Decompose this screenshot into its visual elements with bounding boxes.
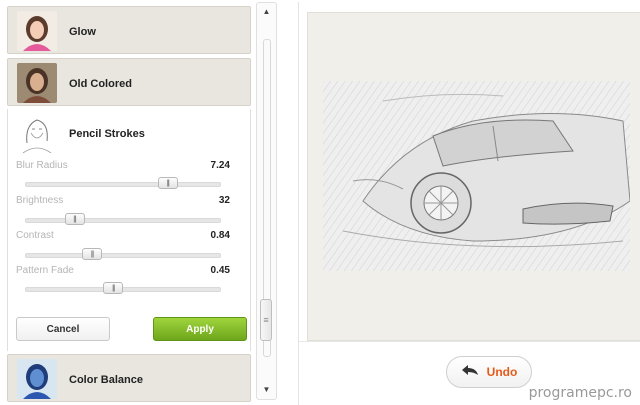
glow-thumbnail: [17, 11, 57, 51]
brightness-slider-handle[interactable]: |||: [64, 213, 85, 225]
pattern-fade-label: Pattern Fade: [16, 265, 74, 276]
color-balance-thumbnail: [17, 359, 57, 399]
brightness-label: Brightness: [16, 195, 64, 206]
effect-label-color-balance: Color Balance: [69, 374, 143, 386]
brightness-slider[interactable]: |||: [25, 213, 221, 225]
undo-label: Undo: [486, 365, 518, 379]
blur-radius-label: Blur Radius: [16, 160, 68, 171]
old-colored-thumbnail: [17, 63, 57, 103]
cancel-button[interactable]: Cancel: [16, 317, 110, 341]
scroll-down-arrow-icon[interactable]: ▼: [257, 385, 276, 399]
blur-radius-slider-handle[interactable]: |||: [157, 177, 178, 189]
effects-list: Glow Old Colored Pencil Strokes Blur Rad…: [7, 0, 253, 405]
apply-button[interactable]: Apply: [153, 317, 247, 341]
brightness-value: 32: [218, 195, 230, 206]
effect-label-glow: Glow: [69, 26, 96, 38]
scroll-up-arrow-icon[interactable]: ▲: [257, 7, 276, 21]
pattern-fade-value: 0.45: [210, 265, 230, 276]
preview-panel: Undo: [298, 2, 640, 405]
effect-item-glow[interactable]: Glow: [7, 6, 251, 54]
effect-item-pencil-strokes: Pencil Strokes Blur Radius 7.24 ||| Brig…: [7, 109, 251, 351]
pencil-strokes-thumbnail: [17, 113, 57, 153]
divider: [299, 341, 640, 342]
undo-arrow-icon: [461, 363, 479, 381]
effect-label-pencil-strokes: Pencil Strokes: [69, 128, 145, 140]
scroll-thumb[interactable]: ≡: [260, 299, 272, 341]
contrast-slider-handle[interactable]: |||: [81, 248, 102, 260]
effects-scrollbar[interactable]: ▲ ≡ ▼: [256, 2, 277, 400]
contrast-slider[interactable]: |||: [25, 248, 221, 260]
pattern-fade-slider-handle[interactable]: |||: [103, 282, 124, 294]
undo-button[interactable]: Undo: [446, 356, 532, 388]
contrast-value: 0.84: [210, 230, 230, 241]
watermark: programepc.ro: [528, 385, 632, 401]
pattern-fade-slider[interactable]: |||: [25, 282, 221, 294]
blur-radius-slider[interactable]: |||: [25, 177, 221, 189]
effect-item-color-balance[interactable]: Color Balance: [7, 354, 251, 402]
preview-image: [323, 81, 631, 271]
contrast-label: Contrast: [16, 230, 54, 241]
preview-frame: [307, 12, 640, 341]
effect-item-old-colored[interactable]: Old Colored: [7, 58, 251, 106]
blur-radius-value: 7.24: [210, 160, 230, 171]
effect-label-old-colored: Old Colored: [69, 78, 132, 90]
